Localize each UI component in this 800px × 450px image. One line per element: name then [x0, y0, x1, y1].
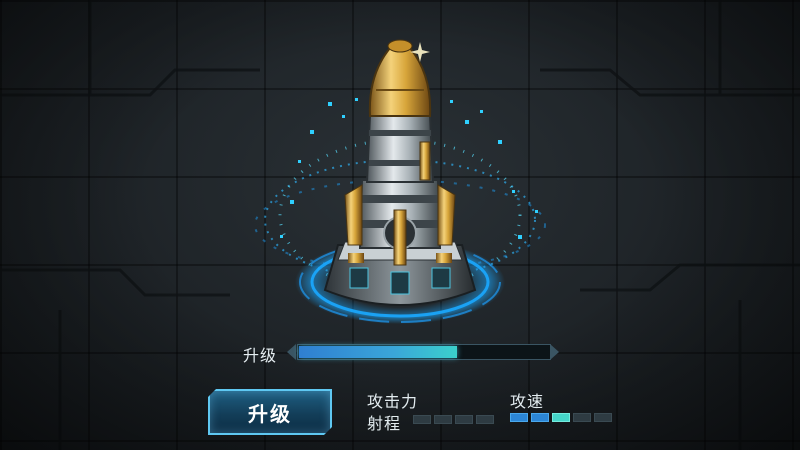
stat-segment	[476, 415, 494, 424]
progress-bar-right-cap	[550, 344, 559, 360]
stat-segment	[510, 413, 528, 422]
progress-bar-left-cap	[287, 344, 296, 360]
stat-range-label: 射程	[367, 414, 402, 433]
progress-fill	[299, 346, 457, 358]
stat-attack-label: 攻击力	[367, 392, 419, 411]
stat-segment	[552, 413, 570, 422]
stat-attack-speed-bar	[510, 413, 612, 422]
upgrade-button[interactable]: 升级	[208, 389, 332, 435]
stat-segment	[413, 415, 431, 424]
stat-segment	[573, 413, 591, 422]
stat-segment	[594, 413, 612, 422]
stat-attack-speed-label: 攻速	[510, 392, 545, 411]
missile-tower-image[interactable]	[250, 20, 550, 330]
upgrade-progress-bar	[287, 340, 559, 362]
stat-segment	[455, 415, 473, 424]
stat-segment	[531, 413, 549, 422]
progress-track	[297, 344, 551, 360]
upgrade-progress-label: 升级	[243, 346, 278, 365]
stat-range-bar	[413, 415, 494, 424]
stat-segment	[434, 415, 452, 424]
